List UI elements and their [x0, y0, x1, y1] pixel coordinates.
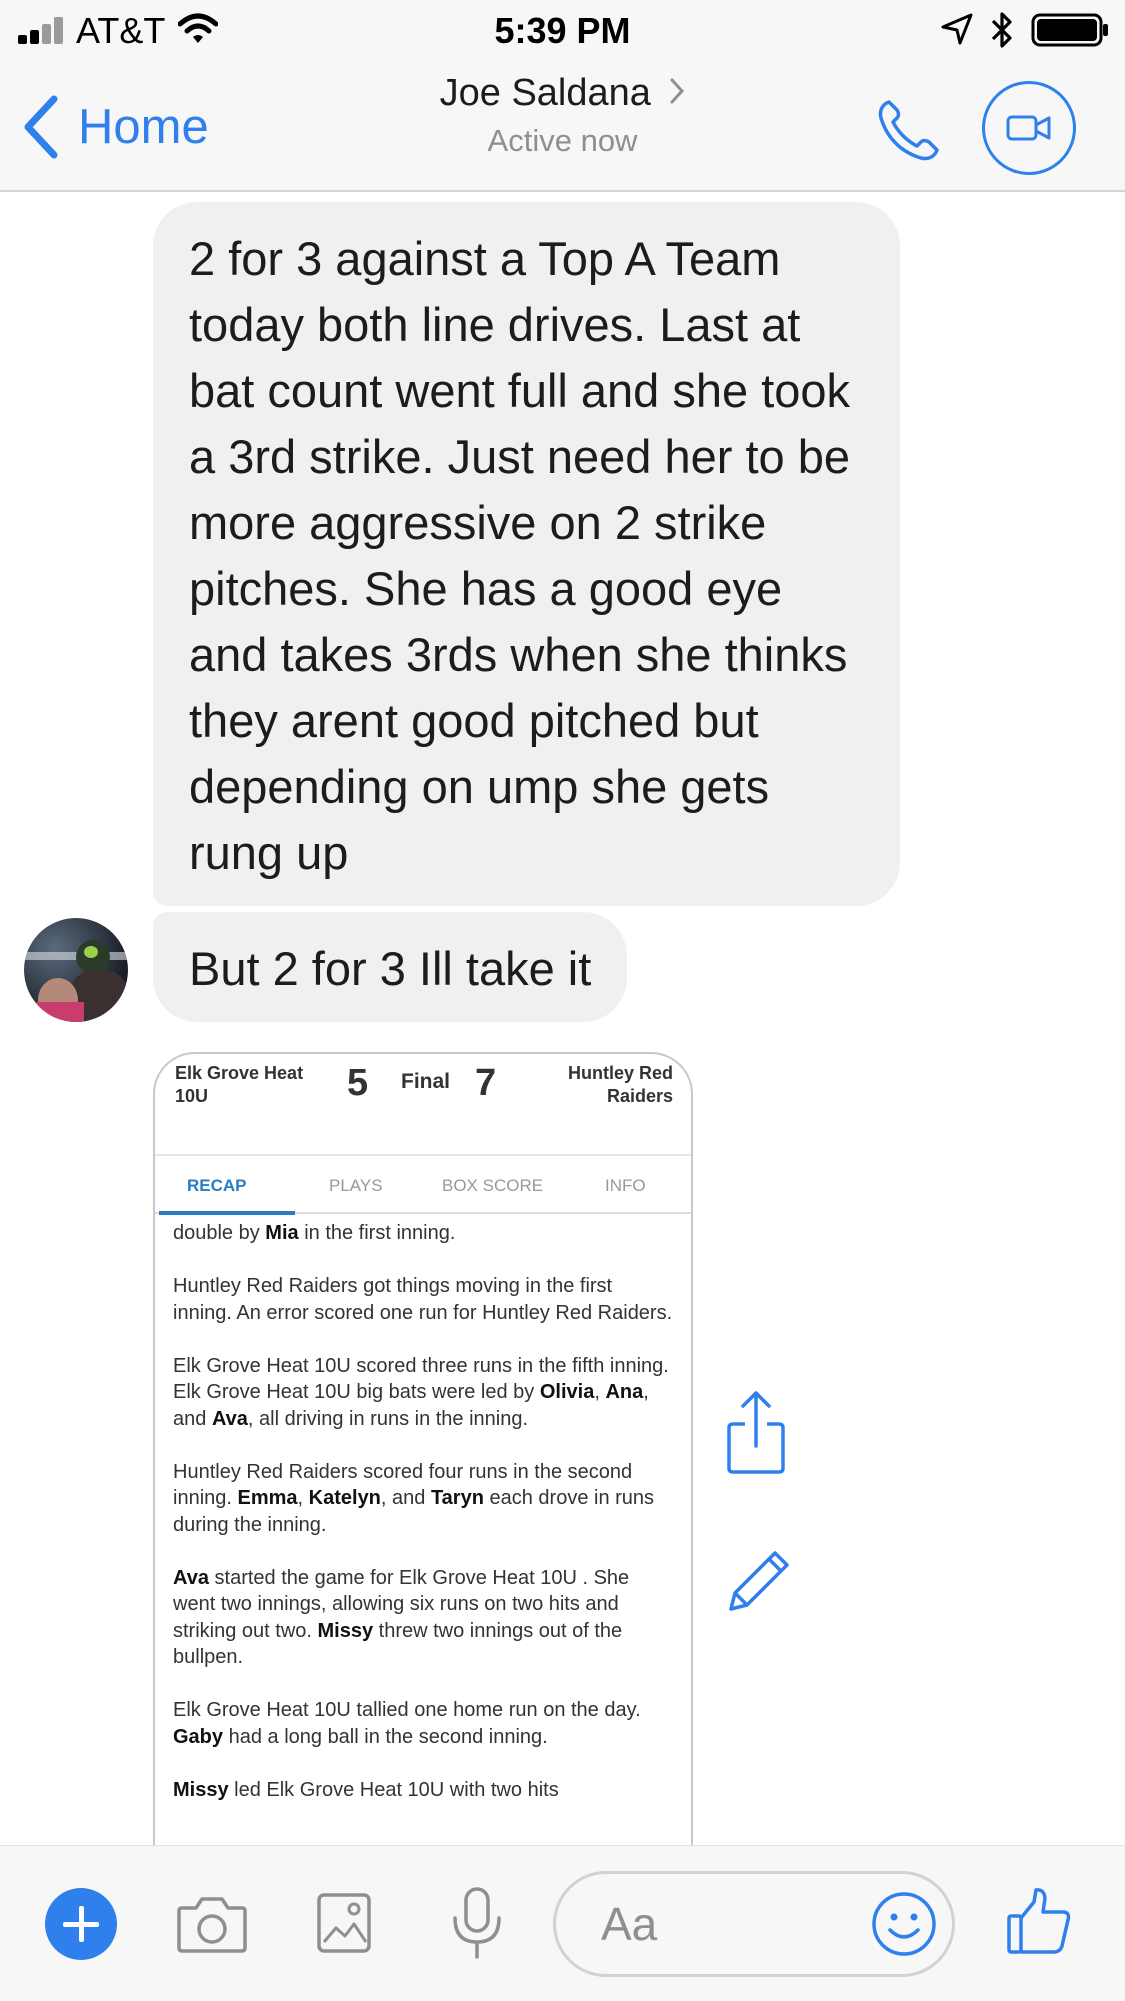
away-team-name: Huntley Red Raiders	[567, 1063, 673, 1106]
home-team-name: Elk Grove Heat 10U	[175, 1063, 304, 1106]
recap-paragraph: double by Mia in the first inning.	[173, 1222, 456, 1244]
tab-recap: RECAP	[187, 1176, 247, 1195]
game-status: Final	[401, 1070, 451, 1093]
recap-paragraph: Ava started the game for Elk Grove Heat …	[173, 1566, 630, 1669]
conversation-header: Home Joe Saldana Active now	[0, 62, 1125, 192]
message-composer	[0, 1845, 1125, 2001]
tab-info: INFO	[605, 1176, 646, 1195]
contact-title-button[interactable]: Joe Saldana Active now	[0, 72, 1125, 159]
message-bubble[interactable]: 2 for 3 against a Top A Team today both …	[153, 202, 900, 906]
video-camera-icon	[1006, 115, 1051, 141]
image-icon[interactable]	[316, 1892, 372, 1954]
status-bar: AT&T 5:39 PM	[0, 0, 1125, 62]
thumbs-up-icon[interactable]	[1006, 1886, 1072, 1956]
pencil-icon[interactable]	[725, 1547, 793, 1615]
attached-screenshot[interactable]: Elk Grove Heat 10U 5 Final 7 Huntley Red…	[153, 1052, 693, 1845]
recap-paragraph: Huntley Red Raiders got things moving in…	[173, 1275, 673, 1324]
recap-paragraph: Huntley Red Raiders scored four runs in …	[173, 1460, 655, 1536]
phone-icon[interactable]	[873, 96, 943, 166]
share-icon[interactable]	[725, 1390, 787, 1476]
divider	[155, 1154, 691, 1156]
tab-plays: PLAYS	[329, 1176, 383, 1195]
chevron-right-icon	[670, 78, 685, 104]
location-arrow-icon	[941, 13, 973, 45]
contact-avatar[interactable]	[24, 918, 128, 1022]
recap-paragraph: Elk Grove Heat 10U scored three runs in …	[173, 1354, 669, 1430]
plus-button[interactable]	[45, 1888, 117, 1960]
contact-name: Joe Saldana	[439, 72, 651, 114]
away-team-score: 7	[475, 1062, 497, 1104]
video-call-button[interactable]	[982, 81, 1076, 175]
message-bubble[interactable]: But 2 for 3 Ill take it	[153, 912, 628, 1022]
recap-paragraph: Elk Grove Heat 10U tallied one home run …	[173, 1699, 641, 1748]
battery-icon	[1031, 13, 1108, 47]
camera-icon[interactable]	[176, 1894, 248, 1954]
tab-box-score: BOX SCORE	[442, 1176, 544, 1195]
recap-text: double by Mia in the first inning. Huntl…	[173, 1220, 673, 1830]
microphone-icon[interactable]	[448, 1886, 506, 1960]
bluetooth-icon	[991, 12, 1012, 48]
recap-paragraph: Missy led Elk Grove Heat 10U with two hi…	[173, 1778, 559, 1801]
smiley-icon[interactable]	[871, 1891, 937, 1957]
active-tab-indicator	[159, 1211, 295, 1215]
game-tabs: RECAP PLAYS BOX SCORE INFO	[155, 1176, 691, 1212]
presence-status: Active now	[487, 123, 638, 158]
home-team-score: 5	[347, 1062, 369, 1104]
